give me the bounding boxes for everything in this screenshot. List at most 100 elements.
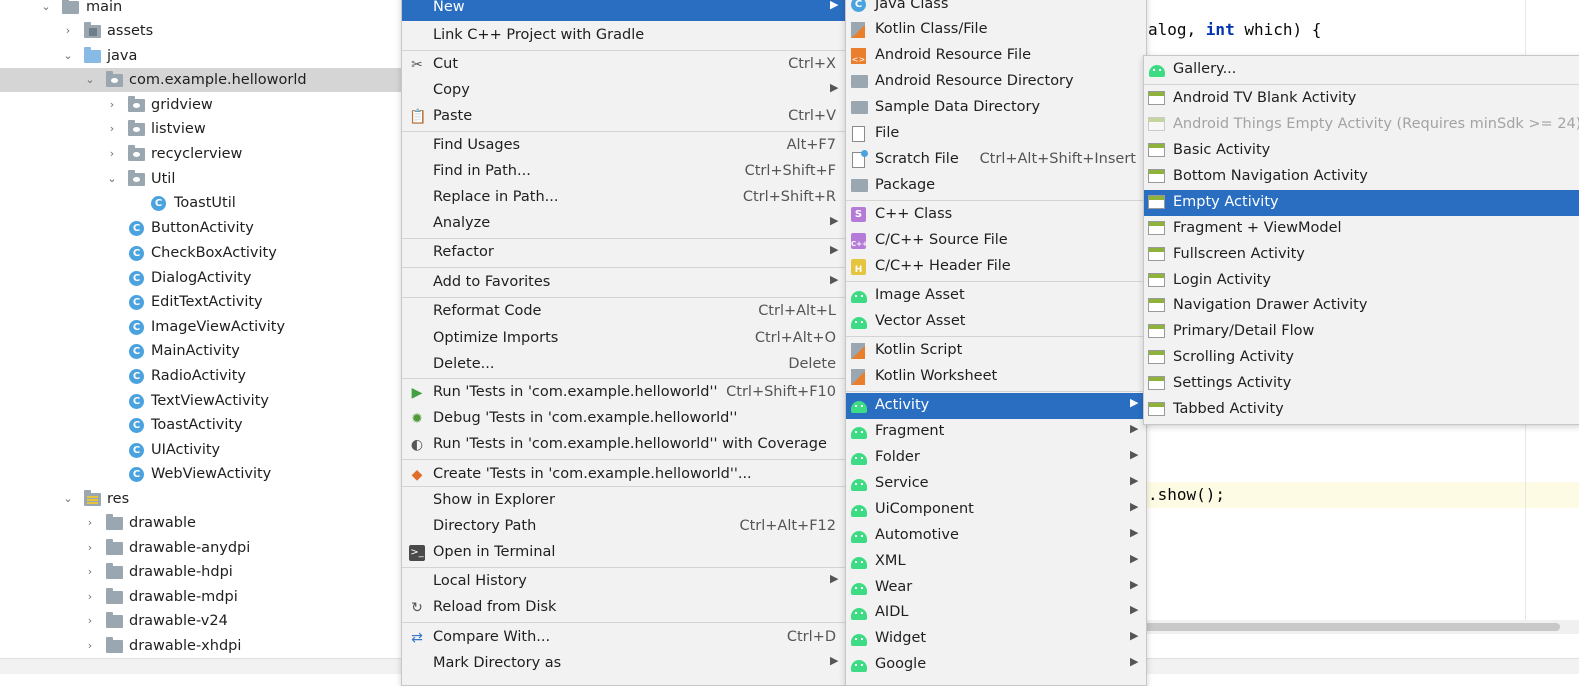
tree-row-assets[interactable]: › assets (0, 19, 401, 43)
tree-row-recyclerview[interactable]: › recyclerview (0, 142, 401, 166)
menu-item-reformat-code[interactable]: Reformat Code Ctrl+Alt+L (402, 299, 846, 325)
chevron-right-icon[interactable]: › (83, 590, 97, 604)
menu-item-replace-in-path[interactable]: Replace in Path... Ctrl+Shift+R (402, 185, 846, 211)
menu-item-delete[interactable]: Delete... Delete (402, 352, 846, 378)
tree-row-java[interactable]: ⌄ java (0, 44, 401, 68)
chevron-right-icon[interactable]: › (83, 639, 97, 653)
menu-item-empty-activity[interactable]: Empty Activity (1144, 190, 1579, 216)
menu-item-find-in-path[interactable]: Find in Path... Ctrl+Shift+F (402, 159, 846, 185)
menu-item-login-activity[interactable]: Login Activity (1144, 268, 1579, 294)
tree-row-util[interactable]: ⌄ Util (0, 167, 401, 191)
tree-row-class[interactable]: C UIActivity (0, 438, 401, 462)
tree-row-drawable[interactable]: › drawable-xhdpi (0, 634, 401, 658)
menu-item-file[interactable]: File (846, 121, 1146, 147)
tree-row-class[interactable]: C DialogActivity (0, 266, 401, 290)
activity-submenu[interactable]: Gallery... Android TV Blank Activity And… (1143, 55, 1579, 425)
chevron-right-icon[interactable]: › (83, 614, 97, 628)
menu-item-settings-activity[interactable]: Settings Activity (1144, 371, 1579, 397)
menu-item-sample-data-directory[interactable]: Sample Data Directory (846, 95, 1146, 121)
menu-item-tabbed-activity[interactable]: Tabbed Activity (1144, 397, 1579, 423)
chevron-right-icon[interactable]: › (83, 565, 97, 579)
menu-item-aidl[interactable]: AIDL ▶ (846, 600, 1146, 626)
menu-item-activity[interactable]: Activity ▶ (846, 393, 1146, 419)
menu-item-xml[interactable]: XML ▶ (846, 549, 1146, 575)
menu-item-android-tv-blank-activity[interactable]: Android TV Blank Activity (1144, 86, 1579, 112)
menu-item-cut[interactable]: ✂ Cut Ctrl+X (402, 52, 846, 78)
tree-row-class[interactable]: C ToastActivity (0, 413, 401, 437)
menu-item-fragment[interactable]: Fragment ▶ (846, 419, 1146, 445)
menu-item-cpp-class[interactable]: S C++ Class (846, 202, 1146, 228)
chevron-down-icon[interactable]: ⌄ (61, 49, 75, 63)
menu-item-google[interactable]: Google ▶ (846, 652, 1146, 678)
tree-row-class[interactable]: C ButtonActivity (0, 216, 401, 240)
menu-item-android-resource-file[interactable]: <> Android Resource File (846, 43, 1146, 69)
menu-item-reload-from-disk[interactable]: ↻ Reload from Disk (402, 595, 846, 621)
menu-item-compare-with[interactable]: ⇄ Compare With... Ctrl+D (402, 625, 846, 651)
tree-row-res[interactable]: ⌄ res (0, 487, 401, 511)
menu-item-widget[interactable]: Widget ▶ (846, 626, 1146, 652)
menu-item-package[interactable]: Package (846, 173, 1146, 199)
menu-item-kotlin-worksheet[interactable]: Kotlin Worksheet (846, 364, 1146, 390)
menu-item-kotlin-script[interactable]: Kotlin Script (846, 338, 1146, 364)
menu-item-mark-directory-as[interactable]: Mark Directory as ▶ (402, 651, 846, 677)
menu-item-fragment-viewmodel[interactable]: Fragment + ViewModel (1144, 216, 1579, 242)
menu-item-automotive[interactable]: Automotive ▶ (846, 523, 1146, 549)
menu-item-wear[interactable]: Wear ▶ (846, 575, 1146, 601)
menu-item-cpp-header[interactable]: H C/C++ Header File (846, 254, 1146, 280)
menu-item-image-asset[interactable]: Image Asset (846, 283, 1146, 309)
tree-row-toastutil[interactable]: C ToastUtil (0, 191, 401, 215)
menu-item-create-tests[interactable]: ◆ Create 'Tests in 'com.example.helloworl… (402, 462, 846, 488)
tree-row-class[interactable]: C RadioActivity (0, 364, 401, 388)
chevron-right-icon[interactable]: › (105, 122, 119, 136)
menu-item-service[interactable]: Service ▶ (846, 471, 1146, 497)
menu-item-scratch-file[interactable]: Scratch File Ctrl+Alt+Shift+Insert (846, 147, 1146, 173)
tree-row-drawable[interactable]: › drawable-hdpi (0, 560, 401, 584)
menu-item-open-in-terminal[interactable]: >_ Open in Terminal (402, 540, 846, 566)
menu-item-navigation-drawer-activity[interactable]: Navigation Drawer Activity (1144, 293, 1579, 319)
menu-item-analyze[interactable]: Analyze ▶ (402, 211, 846, 237)
project-tree[interactable]: ⌄ main › assets ⌄ java ⌄ com.example.hel… (0, 0, 401, 658)
menu-item-paste[interactable]: 📋 Paste Ctrl+V (402, 104, 846, 130)
context-menu[interactable]: New ▶ Link C++ Project with Gradle ✂ Cut Ct… (401, 0, 847, 686)
menu-item-kotlin-class[interactable]: Kotlin Class/File (846, 17, 1146, 43)
menu-item-basic-activity[interactable]: Basic Activity (1144, 138, 1579, 164)
menu-item-scrolling-activity[interactable]: Scrolling Activity (1144, 345, 1579, 371)
chevron-right-icon[interactable]: › (105, 98, 119, 112)
scrollbar-thumb[interactable] (1140, 623, 1560, 631)
menu-item-local-history[interactable]: Local History ▶ (402, 569, 846, 595)
menu-item-fullscreen-activity[interactable]: Fullscreen Activity (1144, 242, 1579, 268)
menu-item-cpp-source[interactable]: C++ C/C++ Source File (846, 228, 1146, 254)
tree-row-drawable[interactable]: › drawable-mdpi (0, 585, 401, 609)
chevron-right-icon[interactable]: › (83, 541, 97, 555)
chevron-down-icon[interactable]: ⌄ (61, 492, 75, 506)
menu-item-add-to-favorites[interactable]: Add to Favorites ▶ (402, 270, 846, 296)
tree-row-drawable[interactable]: › drawable-v24 (0, 609, 401, 633)
menu-item-new[interactable]: New ▶ (402, 0, 846, 21)
menu-item-run-with-coverage[interactable]: ◐ Run 'Tests in 'com.example.helloworld''… (402, 432, 846, 458)
tree-row-drawable[interactable]: › drawable-anydpi (0, 536, 401, 560)
horizontal-scrollbar[interactable] (1140, 620, 1579, 634)
tree-row-drawable[interactable]: › drawable (0, 511, 401, 535)
chevron-right-icon[interactable]: › (83, 516, 97, 530)
tree-row-class[interactable]: C CheckBoxActivity (0, 241, 401, 265)
menu-item-folder[interactable]: Folder ▶ (846, 445, 1146, 471)
menu-item-find-usages[interactable]: Find Usages Alt+F7 (402, 133, 846, 159)
tree-row-class[interactable]: C ImageViewActivity (0, 315, 401, 339)
new-submenu[interactable]: C Java Class Kotlin Class/File <> Android … (845, 0, 1147, 686)
chevron-down-icon[interactable]: ⌄ (39, 0, 53, 14)
tree-row-main[interactable]: ⌄ main (0, 0, 401, 19)
menu-item-debug-tests[interactable]: ✹ Debug 'Tests in 'com.example.helloworld… (402, 406, 846, 432)
tree-row-listview[interactable]: › listview (0, 117, 401, 141)
menu-item-refactor[interactable]: Refactor ▶ (402, 240, 846, 266)
menu-item-gallery[interactable]: Gallery... (1144, 57, 1579, 83)
menu-item-link-cpp[interactable]: Link C++ Project with Gradle (402, 23, 846, 49)
chevron-down-icon[interactable]: ⌄ (83, 73, 97, 87)
menu-item-directory-path[interactable]: Directory Path Ctrl+Alt+F12 (402, 514, 846, 540)
chevron-down-icon[interactable]: ⌄ (105, 172, 119, 186)
menu-item-vector-asset[interactable]: Vector Asset (846, 309, 1146, 335)
menu-item-bottom-navigation-activity[interactable]: Bottom Navigation Activity (1144, 164, 1579, 190)
menu-item-java-class[interactable]: C Java Class (846, 0, 1146, 18)
chevron-right-icon[interactable]: › (105, 147, 119, 161)
menu-item-uicomponent[interactable]: UiComponent ▶ (846, 497, 1146, 523)
chevron-right-icon[interactable]: › (61, 24, 75, 38)
